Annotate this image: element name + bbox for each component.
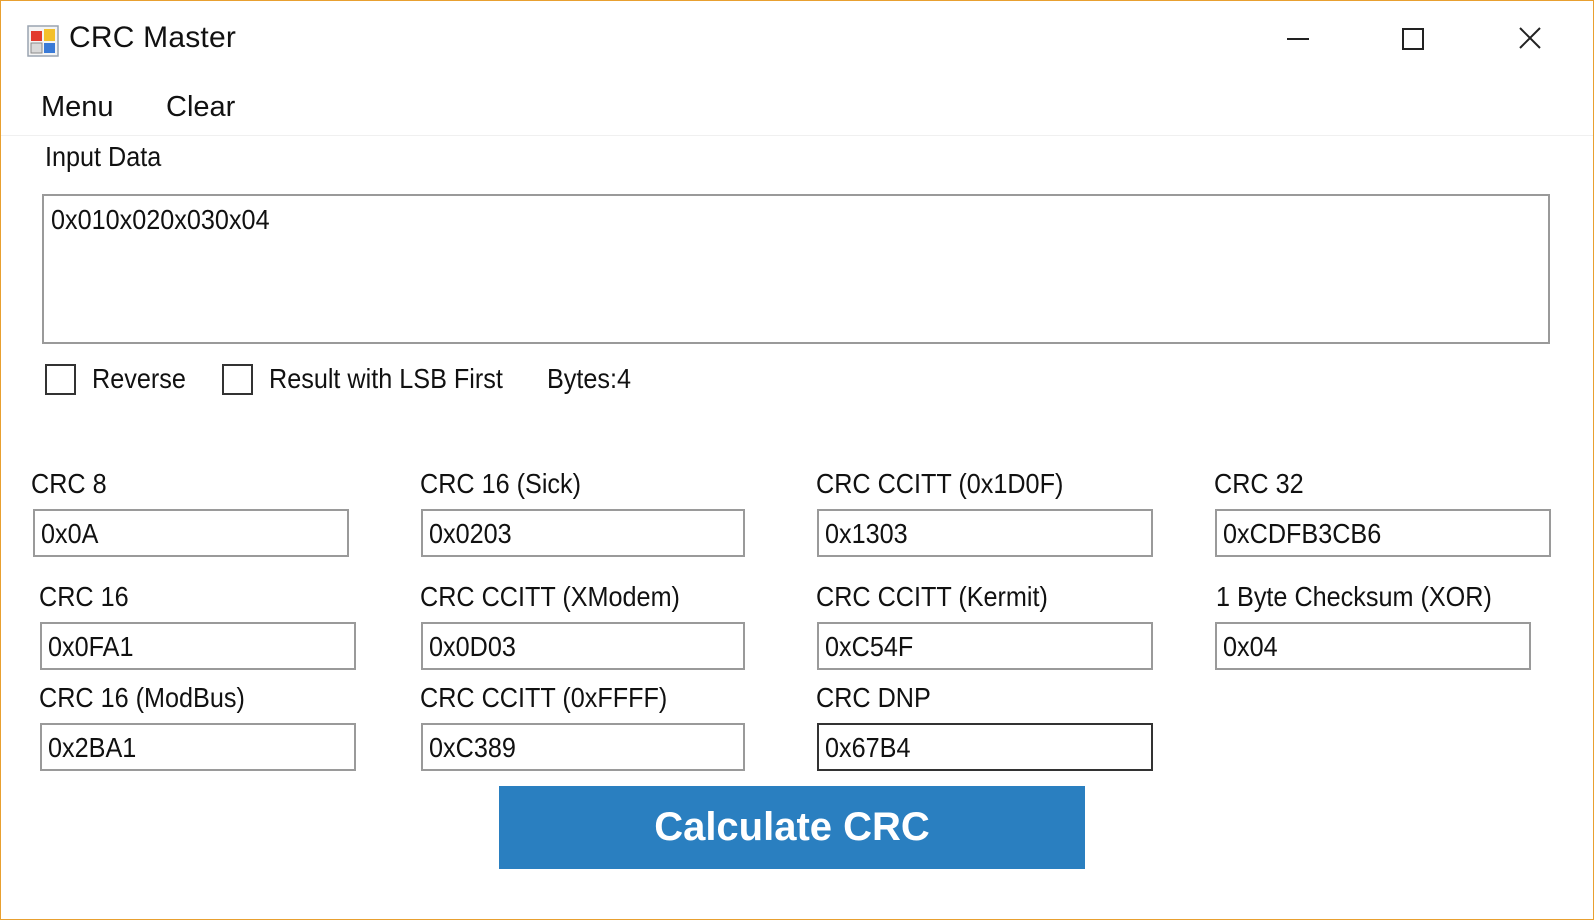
minimize-icon [1287, 38, 1309, 40]
crc32-value: 0xCDFB3CB6 [1223, 518, 1382, 549]
crc16-field[interactable]: 0x0FA1 [40, 622, 356, 670]
crc16-modbus-field[interactable]: 0x2BA1 [40, 723, 356, 771]
calculate-crc-label: Calculate CRC [654, 805, 930, 849]
crc-ccitt-1d0f-value: 0x1303 [825, 518, 908, 549]
crc8-label: CRC 8 [31, 468, 107, 499]
crc-ccitt-ffff-field[interactable]: 0xC389 [421, 723, 745, 771]
menu-bar: Menu Clear [1, 81, 1593, 136]
crc-ccitt-xmodem-label: CRC CCITT (XModem) [420, 581, 680, 612]
app-icon [27, 25, 59, 57]
input-data-value: 0x010x020x030x04 [51, 204, 270, 235]
crc16-sick-label: CRC 16 (Sick) [420, 468, 582, 499]
lsb-first-label[interactable]: Result with LSB First [269, 363, 503, 395]
crc16-modbus-label: CRC 16 (ModBus) [39, 682, 245, 713]
crc16-modbus-value: 0x2BA1 [48, 732, 137, 763]
crc-ccitt-kermit-field[interactable]: 0xC54F [817, 622, 1153, 670]
crc-ccitt-kermit-value: 0xC54F [825, 631, 914, 662]
crc-ccitt-1d0f-field[interactable]: 0x1303 [817, 509, 1153, 557]
crc32-label: CRC 32 [1214, 468, 1304, 499]
crc32-field[interactable]: 0xCDFB3CB6 [1215, 509, 1551, 557]
close-button[interactable] [1477, 11, 1587, 67]
crc-ccitt-ffff-value: 0xC389 [429, 732, 516, 763]
crc8-value: 0x0A [41, 518, 99, 549]
crc-ccitt-kermit-label: CRC CCITT (Kermit) [816, 581, 1048, 612]
input-data-label: Input Data [45, 141, 162, 172]
maximize-icon [1402, 28, 1424, 50]
crc-ccitt-ffff-label: CRC CCITT (0xFFFF) [420, 682, 668, 713]
crc-ccitt-xmodem-value: 0x0D03 [429, 631, 516, 662]
checksum-xor-label: 1 Byte Checksum (XOR) [1216, 581, 1492, 612]
checksum-xor-field[interactable]: 0x04 [1215, 622, 1531, 670]
menu-item-clear[interactable]: Clear [162, 91, 239, 124]
reverse-checkbox[interactable] [45, 364, 76, 395]
close-icon [1519, 27, 1541, 49]
crc-dnp-value: 0x67B4 [825, 732, 911, 763]
crc-ccitt-1d0f-label: CRC CCITT (0x1D0F) [816, 468, 1064, 499]
minimize-button[interactable] [1245, 11, 1355, 67]
crc-dnp-label: CRC DNP [816, 682, 931, 713]
input-data-textarea[interactable]: 0x010x020x030x04 [42, 194, 1550, 344]
title-bar: CRC Master [1, 1, 1593, 77]
crc-ccitt-xmodem-field[interactable]: 0x0D03 [421, 622, 745, 670]
reverse-label[interactable]: Reverse [92, 363, 186, 395]
checksum-xor-value: 0x04 [1223, 631, 1278, 662]
crc8-field[interactable]: 0x0A [33, 509, 349, 557]
window-title: CRC Master [69, 21, 237, 54]
calculate-crc-button[interactable]: Calculate CRC [499, 786, 1085, 869]
bytes-count: Bytes:4 [547, 363, 632, 394]
crc16-sick-value: 0x0203 [429, 518, 512, 549]
crc16-value: 0x0FA1 [48, 631, 134, 662]
crc16-label: CRC 16 [39, 581, 129, 612]
lsb-first-checkbox[interactable] [222, 364, 253, 395]
crc-dnp-field[interactable]: 0x67B4 [817, 723, 1153, 771]
menu-item-menu[interactable]: Menu [37, 91, 118, 124]
maximize-button[interactable] [1361, 11, 1471, 67]
app-window: CRC Master Menu Clear Input Data 0x010x0… [0, 0, 1594, 920]
crc16-sick-field[interactable]: 0x0203 [421, 509, 745, 557]
